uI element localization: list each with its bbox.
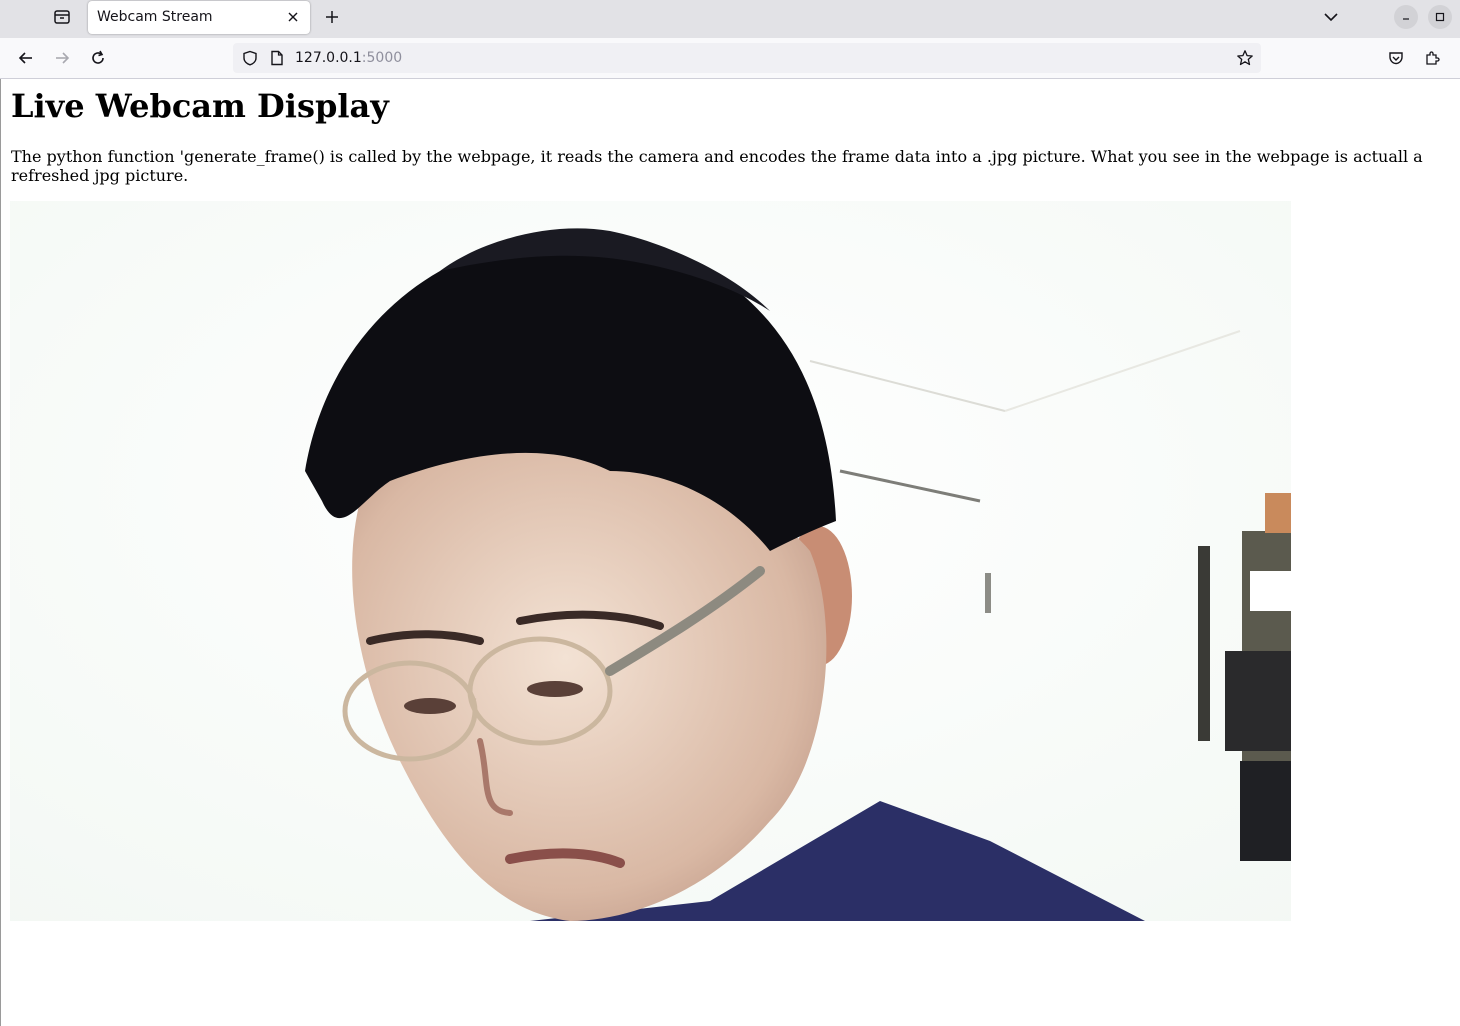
tab-webcam-stream[interactable]: Webcam Stream	[88, 1, 310, 34]
tab-strip: Webcam Stream	[0, 0, 1460, 38]
url-host: 127.0.0.1	[295, 50, 362, 66]
star-icon[interactable]	[1235, 48, 1255, 68]
page-description: The python function 'generate_frame() is…	[11, 147, 1423, 185]
maximize-icon[interactable]	[1428, 5, 1452, 29]
tab-manager-icon[interactable]	[44, 0, 80, 34]
address-bar[interactable]: 127.0.0.1:5000	[233, 43, 1261, 73]
plus-icon[interactable]	[318, 4, 346, 30]
page-content: Live Webcam Display The python function …	[0, 79, 1460, 1026]
tab-title: Webcam Stream	[97, 9, 213, 25]
puzzle-icon[interactable]	[1418, 44, 1446, 72]
browser-window: Webcam Stream 127.0.0.1:5000 Live Webcam…	[0, 0, 1460, 1026]
url-text[interactable]: 127.0.0.1:5000	[295, 50, 402, 66]
url-port: :5000	[361, 50, 403, 66]
page-title: Live Webcam Display	[11, 87, 389, 125]
arrow-left-icon[interactable]	[12, 44, 40, 72]
arrow-right-icon[interactable]	[48, 44, 76, 72]
webcam-image	[10, 201, 1291, 921]
shield-icon[interactable]	[241, 49, 259, 67]
navigation-toolbar: 127.0.0.1:5000	[0, 38, 1460, 79]
minimize-icon[interactable]	[1394, 5, 1418, 29]
reload-icon[interactable]	[84, 44, 112, 72]
page-icon[interactable]	[269, 49, 285, 67]
pocket-icon[interactable]	[1382, 44, 1410, 72]
chevron-down-icon[interactable]	[1317, 4, 1345, 30]
close-icon[interactable]	[284, 8, 302, 26]
